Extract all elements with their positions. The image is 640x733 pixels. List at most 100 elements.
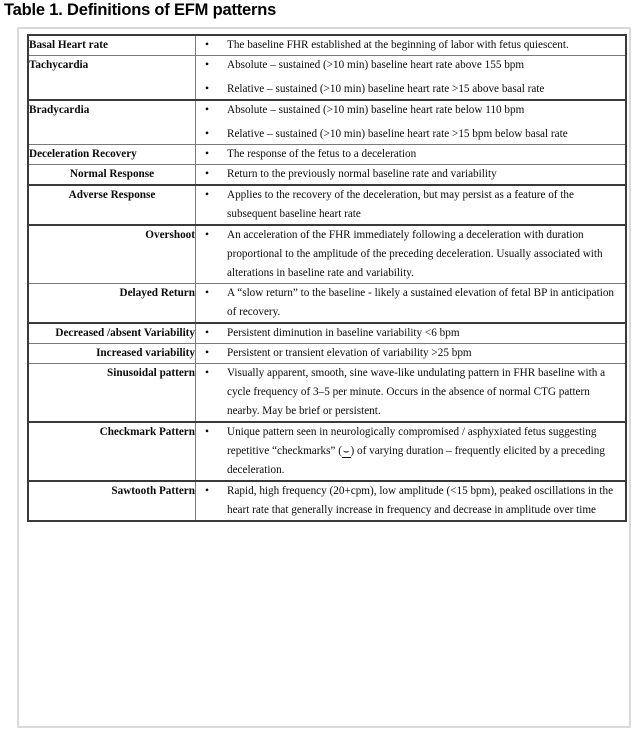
pattern-definition-cell: • The response of the fetus to a decelera… <box>195 144 627 165</box>
table-row: Deceleration Recovery • The response of th… <box>27 144 627 165</box>
pattern-definition-cell: • A “slow return” to the baseline - likel… <box>195 283 627 324</box>
efm-table-body: Basal Heart rate • The baseline FHR establ… <box>27 34 627 522</box>
pattern-term-cell: Decreased /absent Variability <box>27 322 196 344</box>
definition-bullet-list: • Persistent or transient elevation of va… <box>196 344 625 363</box>
table-row: Tachycardia • Absolute – sustained (>10 mi… <box>27 55 627 101</box>
pattern-definition-cell: • Absolute – sustained (>10 min) baseline… <box>195 55 627 101</box>
definition-bullet-list: • Return to the previously normal baselin… <box>196 165 625 184</box>
pattern-term-cell: Bradycardia <box>27 99 196 145</box>
pattern-term-cell: Delayed Return <box>27 283 196 324</box>
definition-text: Visually apparent, smooth, sine wave-lik… <box>227 367 606 417</box>
bullet-dot-icon: • <box>205 347 210 359</box>
bullet-dot-icon: • <box>205 59 210 71</box>
definition-text: Persistent or transient elevation of var… <box>227 347 472 359</box>
definition-bullet-item: • Relative – sustained (>10 min) baseline… <box>196 80 625 99</box>
definition-bullet-item: • Persistent or transient elevation of va… <box>196 344 625 363</box>
pattern-definition-cell: • Unique pattern seen in neurologically c… <box>195 421 627 482</box>
definition-bullet-list: • Persistent diminution in baseline varia… <box>196 324 625 343</box>
pattern-definition-cell: • The baseline FHR established at the beg… <box>195 34 627 56</box>
pattern-term-cell: Adverse Response <box>27 184 196 226</box>
pattern-term-cell: Overshoot <box>27 224 196 284</box>
definition-bullet-item: • A “slow return” to the baseline - likel… <box>196 284 625 322</box>
pattern-term-cell: Basal Heart rate <box>27 34 196 56</box>
table-row: Basal Heart rate • The baseline FHR establ… <box>27 34 627 56</box>
definition-bullet-item: • Rapid, high frequency (20+cpm), low amp… <box>196 482 625 520</box>
bullet-dot-icon: • <box>205 426 210 438</box>
table-row: Adverse Response • Applies to the recovery… <box>27 184 627 226</box>
definition-bullet-list: • Absolute – sustained (>10 min) baseline… <box>196 56 625 99</box>
checkmark-arc-icon: ⌣ <box>341 446 351 458</box>
pattern-definition-cell: • Persistent or transient elevation of va… <box>195 343 627 364</box>
definition-bullet-list: • A “slow return” to the baseline - likel… <box>196 284 625 322</box>
definition-bullet-list: • Visually apparent, smooth, sine wave-li… <box>196 364 625 421</box>
pattern-definition-cell: • Rapid, high frequency (20+cpm), low amp… <box>195 480 627 522</box>
definition-bullet-item: • Applies to the recovery of the decelera… <box>196 186 625 224</box>
definition-bullet-list: • The response of the fetus to a decelera… <box>196 145 625 164</box>
efm-definitions-table: Basal Heart rate • The baseline FHR establ… <box>27 34 627 522</box>
bullet-dot-icon: • <box>205 287 210 299</box>
definition-text: Relative – sustained (>10 min) baseline … <box>227 83 545 95</box>
definition-bullet-list: • Rapid, high frequency (20+cpm), low amp… <box>196 482 625 520</box>
definition-bullet-list: • Applies to the recovery of the decelera… <box>196 186 625 224</box>
definition-text: Rapid, high frequency (20+cpm), low ampl… <box>227 485 614 516</box>
pattern-definition-cell: • Applies to the recovery of the decelera… <box>195 184 627 226</box>
table-row: Sawtooth Pattern • Rapid, high frequency (… <box>27 480 627 522</box>
definition-bullet-item: • Absolute – sustained (>10 min) baseline… <box>196 101 625 120</box>
table-row: Decreased /absent Variability • Persistent… <box>27 322 627 344</box>
table-row: Delayed Return • A “slow return” to the ba… <box>27 283 627 324</box>
pattern-term-cell: Sawtooth Pattern <box>27 480 196 522</box>
table-row: Increased variability • Persistent or tran… <box>27 343 627 364</box>
definition-text: An acceleration of the FHR immediately f… <box>227 229 603 279</box>
definition-bullet-list: • Unique pattern seen in neurologically c… <box>196 423 625 480</box>
pattern-term-cell: Normal Response <box>27 164 196 186</box>
bullet-dot-icon: • <box>205 229 210 241</box>
pattern-definition-cell: • Absolute – sustained (>10 min) baseline… <box>195 99 627 145</box>
definition-bullet-item: • Return to the previously normal baselin… <box>196 165 625 184</box>
bullet-dot-icon: • <box>205 83 210 95</box>
pattern-definition-cell: • An acceleration of the FHR immediately … <box>195 224 627 284</box>
definition-text: Absolute – sustained (>10 min) baseline … <box>227 59 525 71</box>
definition-text: Relative – sustained (>10 min) baseline … <box>227 128 568 140</box>
bullet-dot-icon: • <box>205 168 210 180</box>
pattern-term-cell: Sinusoidal pattern <box>27 363 196 423</box>
pattern-definition-cell: • Persistent diminution in baseline varia… <box>195 322 627 344</box>
table-row: Sinusoidal pattern • Visually apparent, sm… <box>27 363 627 423</box>
definition-bullet-item: • An acceleration of the FHR immediately … <box>196 226 625 283</box>
table-row: Checkmark Pattern • Unique pattern seen in… <box>27 421 627 482</box>
pattern-definition-cell: • Visually apparent, smooth, sine wave-li… <box>195 363 627 423</box>
pattern-term-cell: Increased variability <box>27 343 196 364</box>
definition-text: Return to the previously normal baseline… <box>227 168 497 180</box>
definition-text: Unique pattern seen in neurologically co… <box>227 426 605 476</box>
definition-text: A “slow return” to the baseline - likely… <box>227 287 615 318</box>
table-row: Overshoot • An acceleration of the FHR imm… <box>27 224 627 284</box>
definition-text: Applies to the recovery of the decelerat… <box>227 189 574 220</box>
definition-bullet-item: • The response of the fetus to a decelera… <box>196 145 625 164</box>
bullet-dot-icon: • <box>205 104 210 116</box>
definition-bullet-list: • Absolute – sustained (>10 min) baseline… <box>196 101 625 144</box>
definition-bullet-list: • The baseline FHR established at the beg… <box>196 36 625 55</box>
pattern-term-cell: Tachycardia <box>27 55 196 101</box>
bullet-dot-icon: • <box>205 128 210 140</box>
pattern-term-cell: Checkmark Pattern <box>27 421 196 482</box>
bullet-dot-icon: • <box>205 367 210 379</box>
bullet-dot-icon: • <box>205 485 210 497</box>
bullet-dot-icon: • <box>205 327 210 339</box>
definition-bullet-item: • Absolute – sustained (>10 min) baseline… <box>196 56 625 75</box>
definition-bullet-item: • Visually apparent, smooth, sine wave-li… <box>196 364 625 421</box>
bullet-dot-icon: • <box>205 189 210 201</box>
definition-bullet-item: • The baseline FHR established at the beg… <box>196 36 625 55</box>
pattern-definition-cell: • Return to the previously normal baselin… <box>195 164 627 186</box>
pattern-term-cell: Deceleration Recovery <box>27 144 196 165</box>
definition-bullet-item: • Unique pattern seen in neurologically c… <box>196 423 625 480</box>
page-title: Table 1. Definitions of EFM patterns <box>4 1 277 19</box>
bullet-dot-icon: • <box>205 39 210 51</box>
table-row: Normal Response • Return to the previously… <box>27 164 627 186</box>
definition-text: Persistent diminution in baseline variab… <box>227 327 460 339</box>
definition-bullet-list: • An acceleration of the FHR immediately … <box>196 226 625 283</box>
bullet-dot-icon: • <box>205 148 210 160</box>
definition-text: The baseline FHR established at the begi… <box>227 39 569 51</box>
definition-bullet-item: • Relative – sustained (>10 min) baseline… <box>196 125 625 144</box>
definition-bullet-item: • Persistent diminution in baseline varia… <box>196 324 625 343</box>
definition-text: Absolute – sustained (>10 min) baseline … <box>227 104 525 116</box>
definition-text: The response of the fetus to a decelerat… <box>227 148 417 160</box>
